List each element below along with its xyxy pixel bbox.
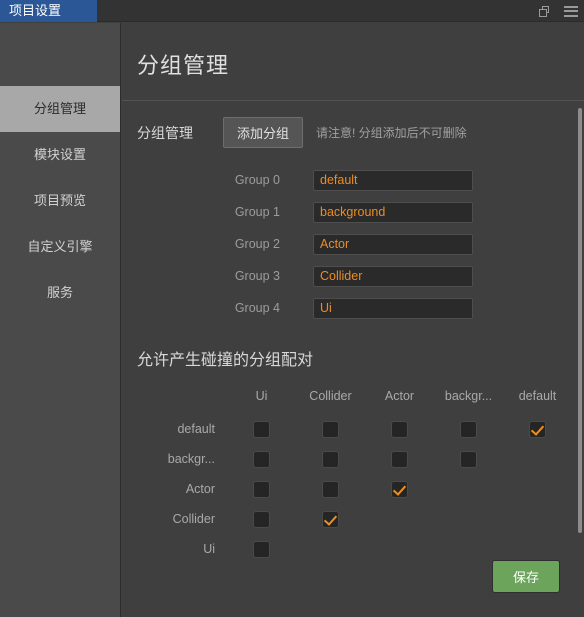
group-row-label: Group 4 — [234, 301, 280, 315]
matrix-row-label: Ui — [203, 542, 215, 556]
scrollbar-thumb[interactable] — [578, 108, 582, 533]
matrix-checkbox-actor-actor[interactable] — [391, 480, 408, 498]
matrix-row-label: Actor — [185, 482, 215, 496]
matrix-checkbox-default-collider[interactable] — [322, 420, 339, 438]
collision-matrix: Ui Collider Actor backgr... default defa… — [122, 370, 584, 564]
matrix-checkbox-actor-collider[interactable] — [322, 480, 339, 498]
group-name-input-3[interactable] — [313, 265, 473, 287]
matrix-col-header: default — [518, 389, 557, 403]
group-row: Group 3 — [122, 260, 584, 292]
group-row: Group 2 — [122, 228, 584, 260]
matrix-checkbox-background-ui[interactable] — [253, 450, 270, 468]
matrix-row-label: backgr... — [167, 452, 215, 466]
matrix-col-header: Collider — [309, 389, 352, 403]
tab-label: 项目设置 — [9, 3, 62, 18]
matrix-cell-empty — [365, 504, 434, 534]
group-row: Group 4 — [122, 292, 584, 324]
matrix-col-header: backgr... — [444, 389, 493, 403]
window-controls — [539, 0, 578, 22]
group-row-label: Group 1 — [234, 205, 280, 219]
matrix-corner — [137, 386, 227, 414]
matrix-cell-empty — [365, 534, 434, 564]
matrix-checkbox-default-default[interactable] — [529, 420, 546, 438]
matrix-cell-empty — [503, 504, 572, 534]
sidebar-item-custom-engine[interactable]: 自定义引擎 — [0, 224, 120, 270]
save-button-container: 保存 — [491, 560, 560, 593]
matrix-row-label: Collider — [172, 512, 215, 526]
sidebar-item-label: 项目预览 — [33, 193, 86, 208]
restore-window-icon[interactable] — [539, 5, 550, 17]
matrix-cell — [365, 474, 434, 504]
group-list: Group 0 Group 1 Group 2 Group 3 Group 4 — [122, 148, 584, 324]
group-row: Group 1 — [122, 196, 584, 228]
sidebar-item-label: 模块设置 — [33, 147, 86, 162]
group-row-label: Group 2 — [234, 237, 280, 251]
matrix-row: backgr... — [137, 444, 572, 474]
matrix-checkbox-actor-ui[interactable] — [253, 480, 270, 498]
matrix-checkbox-background-collider[interactable] — [322, 450, 339, 468]
matrix-cell — [227, 414, 296, 444]
group-name-input-0[interactable] — [313, 169, 473, 191]
matrix-cell-empty — [296, 534, 365, 564]
add-group-button[interactable]: 添加分组 — [223, 117, 304, 148]
matrix-cell — [365, 444, 434, 474]
matrix-col-header: Ui — [255, 389, 268, 403]
matrix-cell — [227, 444, 296, 474]
sidebar-item-label: 自定义引擎 — [27, 239, 93, 254]
matrix-checkbox-background-background[interactable] — [460, 450, 477, 468]
main-panel: 分组管理 分组管理 添加分组 请注意! 分组添加后不可删除 Group 0 Gr… — [122, 23, 584, 617]
matrix-header-row: Ui Collider Actor backgr... default — [137, 386, 572, 414]
group-name-input-4[interactable] — [313, 297, 473, 319]
matrix-checkbox-collider-collider[interactable] — [322, 510, 339, 528]
matrix-cell — [296, 444, 365, 474]
matrix-checkbox-background-actor[interactable] — [391, 450, 408, 468]
sidebar-item-group-management[interactable]: 分组管理 — [0, 86, 120, 132]
vertical-scrollbar[interactable] — [578, 108, 582, 533]
matrix-cell — [503, 414, 572, 444]
collision-matrix-title: 允许产生碰撞的分组配对 — [137, 352, 314, 369]
matrix-checkbox-default-ui[interactable] — [253, 420, 270, 438]
matrix-cell — [365, 414, 434, 444]
matrix-row: default — [137, 414, 572, 444]
matrix-cell — [227, 534, 296, 564]
save-button[interactable]: 保存 — [491, 560, 560, 593]
matrix-cell-empty — [503, 444, 572, 474]
title-bar: 项目设置 — [0, 0, 584, 22]
sidebar: 分组管理 模块设置 项目预览 自定义引擎 服务 — [0, 23, 121, 617]
matrix-cell-empty — [434, 504, 503, 534]
matrix-row-label: default — [177, 422, 215, 436]
matrix-cell — [296, 504, 365, 534]
matrix-cell — [434, 414, 503, 444]
group-warning-note: 请注意! 分组添加后不可删除 — [316, 126, 467, 140]
matrix-checkbox-collider-ui[interactable] — [253, 510, 270, 528]
group-row-label: Group 3 — [234, 269, 280, 283]
group-section-label: 分组管理 — [137, 124, 193, 141]
matrix-cell — [296, 414, 365, 444]
hamburger-menu-icon[interactable] — [564, 5, 578, 17]
matrix-col-header: Actor — [384, 389, 415, 403]
matrix-cell — [227, 504, 296, 534]
matrix-row: Actor — [137, 474, 572, 504]
group-row: Group 0 — [122, 164, 584, 196]
sidebar-item-label: 分组管理 — [33, 101, 86, 116]
group-management-header: 分组管理 添加分组 请注意! 分组添加后不可删除 — [122, 101, 584, 148]
page-title: 分组管理 — [137, 53, 230, 78]
matrix-cell — [227, 474, 296, 504]
sidebar-item-label: 服务 — [46, 285, 73, 300]
matrix-cell — [296, 474, 365, 504]
matrix-cell-empty — [503, 474, 572, 504]
group-name-input-2[interactable] — [313, 233, 473, 255]
sidebar-item-services[interactable]: 服务 — [0, 270, 120, 316]
matrix-checkbox-default-actor[interactable] — [391, 420, 408, 438]
group-row-label: Group 0 — [234, 173, 280, 187]
matrix-cell — [434, 444, 503, 474]
matrix-checkbox-default-background[interactable] — [460, 420, 477, 438]
matrix-checkbox-ui-ui[interactable] — [253, 540, 270, 558]
group-name-input-1[interactable] — [313, 201, 473, 223]
sidebar-item-project-preview[interactable]: 项目预览 — [0, 178, 120, 224]
tab-project-settings[interactable]: 项目设置 — [0, 0, 97, 22]
matrix-cell-empty — [434, 474, 503, 504]
sidebar-item-module-settings[interactable]: 模块设置 — [0, 132, 120, 178]
matrix-row: Collider — [137, 504, 572, 534]
